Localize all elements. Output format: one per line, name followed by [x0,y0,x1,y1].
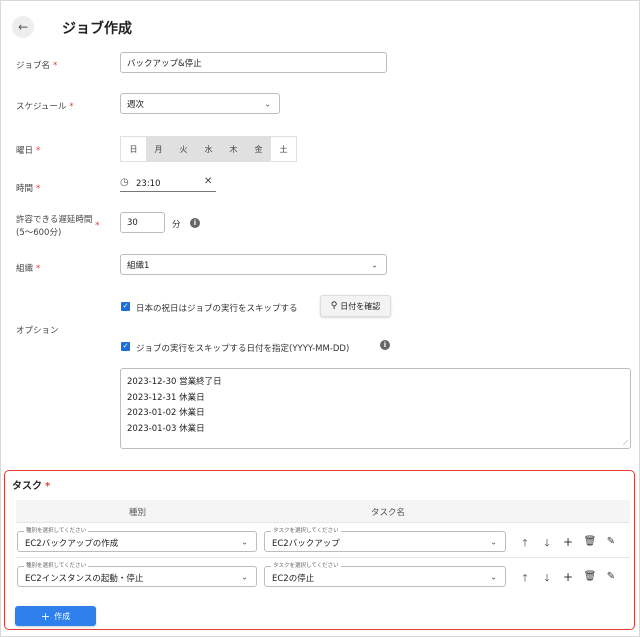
clock-icon: ◷ [120,177,129,188]
search-icon: ⚲ [330,301,338,311]
edit-icon[interactable]: ✎ [604,536,618,547]
task-title: タスク * [12,481,51,492]
date-line: 2023-01-03 休業日 [127,423,205,434]
time-label: 時間 * [16,184,41,194]
plus-icon[interactable]: + [561,570,575,584]
weekday-sun[interactable]: 日 [121,137,146,161]
time-input[interactable]: ◷ 23:10 ✕ [120,176,216,192]
weekday-fri[interactable]: 金 [246,137,271,161]
org-value: 組織1 [127,260,150,271]
delay-unit: 分 [172,220,181,230]
weekday-label: 曜日 * [16,146,41,156]
trash-icon[interactable]: 🗑 [583,536,597,547]
required-mark: * [95,221,100,231]
options-label: オプション [16,326,59,336]
clear-icon[interactable]: ✕ [204,176,212,187]
skip-dates-textarea[interactable]: 2023-12-30 営業終了日 2023-12-31 休業日 2023-01-… [120,368,631,449]
job-name-label: ジョブ名 * [16,61,58,71]
weekday-tue[interactable]: 火 [171,137,196,161]
date-line: 2023-12-30 営業終了日 [127,377,222,387]
divider [16,522,630,523]
weekday-toggle-group: 日 月 火 水 木 金 土 [120,136,297,162]
task-type-select[interactable]: 種別を選択してください EC2インスタンスの起動・停止 ⌄ [17,562,257,587]
back-arrow-icon[interactable]: ← [12,16,34,38]
task-type-select[interactable]: 種別を選択してください EC2バックアップの作成 ⌄ [17,527,257,552]
divider [16,557,630,558]
weekday-thu[interactable]: 木 [221,137,246,161]
chevron-down-icon: ⌄ [371,260,378,269]
chevron-down-icon: ⌄ [490,537,497,546]
skip-holidays-checkbox[interactable]: ✓ [121,302,130,311]
schedule-select[interactable]: 週次 ⌄ [120,93,280,114]
weekday-mon[interactable]: 月 [146,137,171,161]
skip-holidays-label: 日本の祝日はジョブの実行をスキップする [136,304,298,314]
chevron-down-icon: ⌄ [264,99,271,108]
task-name-select[interactable]: タスクを選択してください EC2バックアップ ⌄ [264,527,506,552]
chevron-down-icon: ⌄ [490,572,497,581]
page-title: ジョブ作成 [62,21,132,37]
resize-handle-icon[interactable]: ⟋ [623,439,628,448]
plus-icon: + [40,609,51,623]
arrow-up-icon[interactable]: 🡑 [518,536,532,553]
arrow-up-icon[interactable]: 🡑 [518,571,532,588]
col-type-header: 種別 [129,508,147,518]
chevron-down-icon: ⌄ [241,537,248,546]
schedule-label: スケジュール * [16,102,74,112]
org-label: 組織 * [16,264,41,274]
info-icon[interactable]: i [190,218,200,228]
trash-icon[interactable]: 🗑 [583,571,597,582]
task-name-select[interactable]: タスクを選択してください EC2の停止 ⌄ [264,562,506,587]
weekday-wed[interactable]: 水 [196,137,221,161]
skip-dates-label: ジョブの実行をスキップする日付を指定(YYYY-MM-DD) [136,344,350,354]
arrow-down-icon[interactable]: 🡓 [540,536,554,553]
delay-label: 許容できる遅延時間 (5〜600分) [16,215,93,238]
time-value: 23:10 [136,179,161,189]
delay-input[interactable]: 30 [120,212,165,233]
task-table-header: 種別 タスク名 [16,500,630,522]
date-line: 2023-12-31 休業日 [127,392,205,403]
info-icon[interactable]: i [380,340,390,350]
edit-icon[interactable]: ✎ [604,571,618,582]
arrow-down-icon[interactable]: 🡓 [540,571,554,588]
schedule-value: 週次 [127,99,145,110]
plus-icon[interactable]: + [561,535,575,549]
create-button[interactable]: + 作成 [15,606,96,626]
chevron-down-icon: ⌄ [241,572,248,581]
date-line: 2023-01-02 休業日 [127,408,205,418]
skip-dates-checkbox[interactable]: ✓ [121,342,130,351]
check-dates-button[interactable]: ⚲ 日付を確認 [320,295,391,317]
job-name-input[interactable]: バックアップ&停止 [120,52,387,73]
weekday-sat[interactable]: 土 [271,137,296,161]
org-select[interactable]: 組織1 ⌄ [120,254,387,275]
col-name-header: タスク名 [371,508,406,518]
